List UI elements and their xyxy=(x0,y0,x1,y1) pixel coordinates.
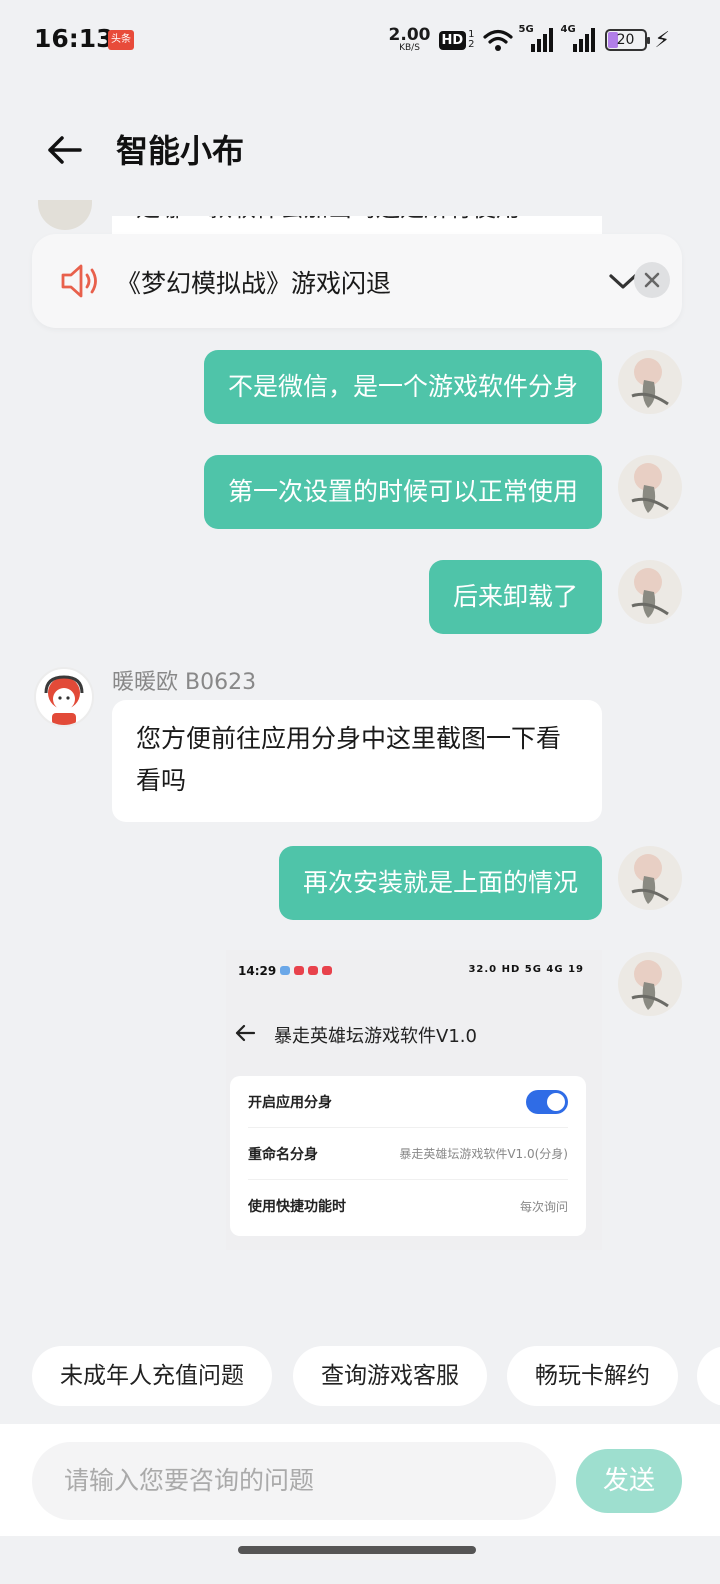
header: 智能小布 xyxy=(0,80,720,210)
shot-row: 使用快捷功能时 每次询问 xyxy=(248,1199,568,1215)
user-avatar xyxy=(618,560,682,624)
quick-reply-chip[interactable]: 畅玩卡解约 xyxy=(507,1346,678,1406)
home-indicator[interactable] xyxy=(238,1546,476,1554)
user-avatar xyxy=(618,350,682,414)
close-icon xyxy=(644,272,660,288)
charging-icon: ⚡ xyxy=(654,27,670,53)
battery-icon: 20 xyxy=(604,29,650,51)
screenshot-image-message[interactable]: 14:29 32.0 HD 5G 4G 19 暴走英雄坛游戏软件V1.0 开启应… xyxy=(226,950,602,1250)
quick-reply-chip[interactable]: 未成年人充值问题 xyxy=(32,1346,272,1406)
hd-voice-icon: HD xyxy=(438,30,467,50)
wifi-icon xyxy=(482,29,513,51)
user-message: 后来卸载了 xyxy=(428,560,602,634)
agent-message: 您方便前往应用分身中这里截图一下看看吗 xyxy=(112,700,602,822)
network-speed-unit: KB/S xyxy=(399,43,420,53)
shot-settings-card: 开启应用分身 重命名分身 暴走英雄坛游戏软件V1.0(分身) 使用快捷功能时 每… xyxy=(230,1076,586,1236)
status-time: 16:13 xyxy=(34,24,114,53)
agent-name: 暖暖欧 B0623 xyxy=(112,670,257,695)
quick-reply-chip-overflow[interactable] xyxy=(697,1346,720,1406)
topic-card[interactable]: 《梦幻模拟战》游戏闪退 xyxy=(32,234,682,328)
quick-reply-chip[interactable]: 查询游戏客服 xyxy=(293,1346,487,1406)
network-speed: 2.00 KB/S xyxy=(389,27,431,53)
shot-notification-icons xyxy=(280,966,332,975)
topic-title: 《梦幻模拟战》游戏闪退 xyxy=(116,269,392,298)
message-input[interactable]: 请输入您要咨询的问题 xyxy=(32,1442,556,1520)
signal-5g-icon: 5G xyxy=(519,24,555,52)
user-avatar xyxy=(618,952,682,1016)
hd-sim-index: 12 xyxy=(468,29,475,50)
back-button[interactable] xyxy=(44,130,84,170)
user-message: 再次安装就是上面的情况 xyxy=(278,846,602,920)
user-message: 第一次设置的时候可以正常使用 xyxy=(203,455,602,529)
toutiao-notification-icon: 头条 xyxy=(108,30,134,50)
shot-row: 开启应用分身 xyxy=(248,1076,568,1128)
shot-status-time: 14:29 xyxy=(238,964,277,978)
shot-status-icons: 32.0 HD 5G 4G 19 xyxy=(468,964,584,975)
close-button[interactable] xyxy=(634,262,670,298)
speaker-icon xyxy=(61,264,97,298)
agent-avatar-partial xyxy=(38,200,92,230)
send-button[interactable]: 发送 xyxy=(576,1449,682,1513)
quick-replies: 未成年人充值问题 查询游戏客服 畅玩卡解约 xyxy=(32,1346,720,1406)
message-bubble-partial: 是哪一款软件会加出吗还是所有使用 xyxy=(112,216,602,236)
page-title: 智能小布 xyxy=(116,132,245,170)
signal-4g-icon: 4G xyxy=(561,24,597,52)
network-speed-value: 2.00 xyxy=(388,25,431,45)
agent-avatar xyxy=(34,667,94,727)
shot-toggle-icon xyxy=(526,1089,568,1114)
shot-row: 重命名分身 暴走英雄坛游戏软件V1.0(分身) xyxy=(248,1128,568,1180)
user-avatar xyxy=(618,846,682,910)
status-bar: 16:13 头条 2.00 KB/S HD 12 5G 4G 20 ⚡ xyxy=(0,0,720,80)
shot-title: 暴走英雄坛游戏软件V1.0 xyxy=(274,1026,477,1047)
user-message: 不是微信，是一个游戏软件分身 xyxy=(203,350,602,424)
shot-back-icon xyxy=(235,1024,256,1042)
user-avatar xyxy=(618,455,682,519)
input-bar: 请输入您要咨询的问题 发送 xyxy=(0,1424,720,1536)
status-icons: 2.00 KB/S HD 12 5G 4G 20 ⚡ xyxy=(389,22,670,58)
